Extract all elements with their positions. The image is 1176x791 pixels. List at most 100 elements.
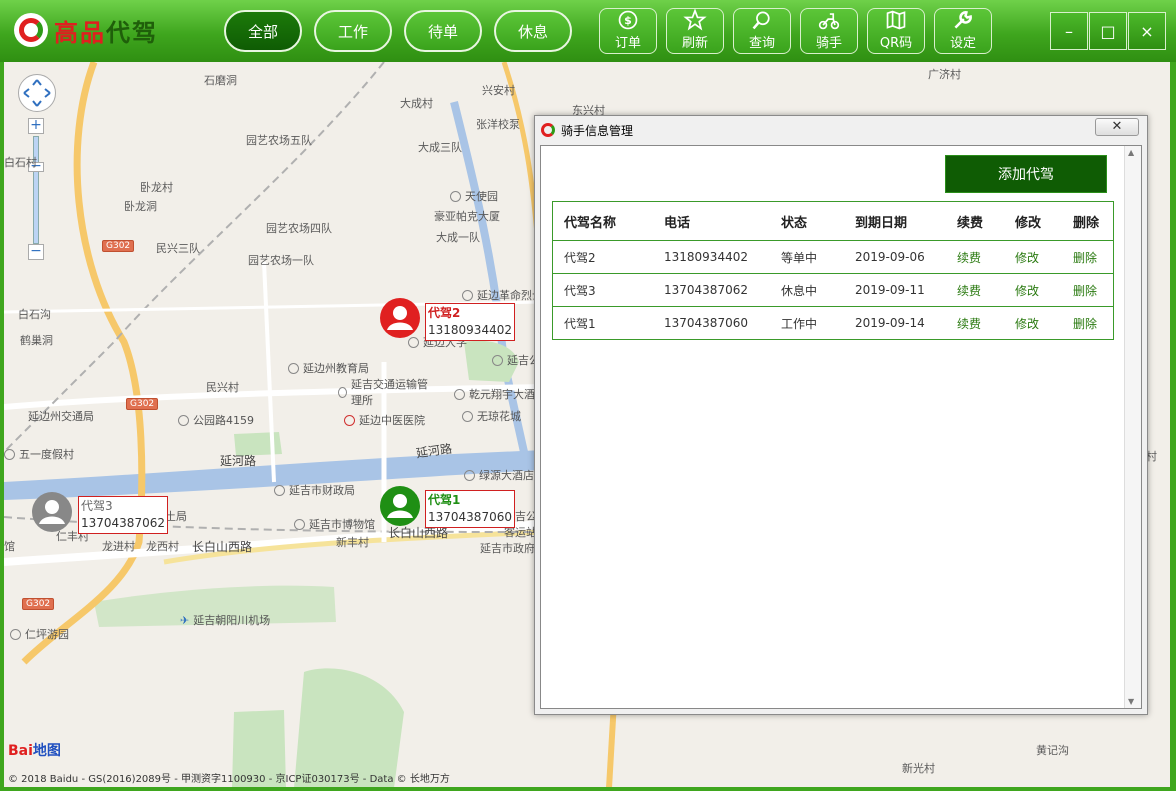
maximize-button[interactable]: □ (1089, 12, 1127, 50)
cell-name: 代驾1 (552, 306, 653, 340)
cell-expire: 2019-09-11 (844, 273, 946, 307)
delete-link[interactable]: 删除 (1062, 273, 1114, 307)
settings-button[interactable]: 设定 (934, 8, 992, 54)
scroll-up-icon[interactable]: ▲ (1128, 148, 1134, 157)
tab-all[interactable]: 全部 (224, 10, 302, 52)
minimize-button[interactable]: – (1050, 12, 1088, 50)
map-poi: 绿源大酒店 (464, 467, 534, 483)
qr-button[interactable]: QR码 (867, 8, 925, 54)
map-place: 大成一队 (436, 231, 480, 244)
refresh-button[interactable]: 刷新 (666, 8, 724, 54)
settings-label: 设定 (949, 36, 976, 51)
cell-name: 代驾2 (552, 240, 653, 274)
map-place: 园艺农场五队 (246, 134, 312, 147)
map-place: 广济村 (928, 68, 961, 81)
tab-working[interactable]: 工作 (314, 10, 392, 52)
table-row: 代驾2 13180934402 等单中 2019-09-06 续费 修改 删除 (552, 240, 1114, 274)
map-place: 黄记沟 (1036, 744, 1069, 757)
marker-name: 代驾3 (81, 499, 113, 513)
map-place: 石磨洞 (204, 74, 237, 87)
map-pan-control[interactable] (18, 74, 56, 112)
map-poi: 乾元翔宇大酒 (454, 386, 535, 402)
qr-label: QR码 (879, 36, 913, 51)
map-place: 延吉市政府 (480, 542, 535, 555)
map-place: 张洋校泵 (476, 118, 520, 131)
logo-sub-text: 代驾 (106, 18, 158, 47)
driver-avatar-icon (380, 486, 420, 526)
refresh-label: 刷新 (681, 36, 708, 51)
query-button[interactable]: 查询 (733, 8, 791, 54)
map-poi: 公园路4159 (178, 412, 254, 428)
marker-name: 代驾2 (428, 306, 461, 320)
cell-phone: 13704387060 (653, 306, 770, 340)
map-place: 民兴村 (206, 381, 239, 394)
cell-status: 工作中 (770, 306, 844, 340)
cell-phone: 13180934402 (653, 240, 770, 274)
edit-link[interactable]: 修改 (1004, 306, 1062, 340)
map-poi: 仁坪游园 (10, 626, 69, 642)
road-label: 长白山西路 (192, 540, 253, 554)
renew-link[interactable]: 续费 (946, 273, 1004, 307)
table-row: 代驾1 13704387060 工作中 2019-09-14 续费 修改 删除 (552, 306, 1114, 340)
search-icon (752, 11, 770, 30)
col-delete: 删除 (1062, 201, 1114, 241)
map-place: 白石村 (4, 156, 37, 169)
map-poi: 延边州交通局 (28, 410, 94, 423)
map-poi: 延吉市博物馆 (294, 516, 375, 532)
dialog-title: 骑手信息管理 (561, 123, 634, 138)
map-poi: 延吉市财政局 (274, 482, 355, 498)
map-place: 卧龙洞 (124, 200, 157, 213)
map-place: 园艺农场四队 (266, 222, 332, 235)
dialog-titlebar[interactable]: 骑手信息管理 (541, 120, 633, 140)
map-place: 卧龙村 (140, 181, 173, 194)
top-bar: 高品代驾 全部 工作 待单 休息 $ 订单 刷新 查询 骑手 QR码 设定 – … (0, 0, 1176, 63)
edit-link[interactable]: 修改 (1004, 273, 1062, 307)
zoom-out-button[interactable]: − (28, 244, 44, 260)
map-place: 大成村 (400, 97, 433, 110)
query-label: 查询 (748, 36, 775, 51)
close-window-button[interactable]: × (1128, 12, 1166, 50)
scooter-icon (818, 13, 840, 30)
wrench-icon (954, 11, 972, 29)
dialog-scrollbar[interactable]: ▲ ▼ (1124, 146, 1141, 708)
dialog-close-button[interactable]: ✕ (1095, 118, 1139, 136)
tab-waiting[interactable]: 待单 (404, 10, 482, 52)
marker-name: 代驾1 (428, 493, 461, 507)
col-expire: 到期日期 (844, 201, 946, 241)
app-logo: 高品代驾 (14, 12, 158, 48)
window-bottom-border (0, 787, 1176, 791)
map-zoom-control[interactable]: + − − (28, 118, 44, 262)
map-icon (886, 10, 906, 30)
zoom-in-button[interactable]: + (28, 118, 44, 134)
cell-phone: 13704387062 (653, 273, 770, 307)
map-place: 白石沟 (18, 308, 51, 321)
marker-phone: 13704387062 (81, 516, 165, 530)
map-place: 馆 (4, 540, 15, 553)
svg-text:$: $ (624, 14, 632, 27)
rider-button[interactable]: 骑手 (800, 8, 858, 54)
map-place: 新光村 (902, 762, 935, 775)
map-poi: 延吉公 (492, 352, 540, 368)
scroll-down-icon[interactable]: ▼ (1128, 697, 1134, 706)
map-place: 龙西村 (146, 540, 179, 553)
orders-button[interactable]: $ 订单 (599, 8, 657, 54)
map-poi: 延边州教育局 (288, 360, 369, 376)
highway-shield: G302 (22, 598, 55, 610)
map-place: 园艺农场一队 (248, 254, 314, 267)
col-name: 代驾名称 (552, 201, 653, 241)
table-header-row: 代驾名称 电话 状态 到期日期 续费 修改 删除 (552, 201, 1114, 241)
map-poi: 天使园 (450, 188, 498, 204)
renew-link[interactable]: 续费 (946, 306, 1004, 340)
logo-main-text: 高品 (54, 18, 106, 47)
cell-status: 休息中 (770, 273, 844, 307)
cell-expire: 2019-09-14 (844, 306, 946, 340)
tab-resting[interactable]: 休息 (494, 10, 572, 52)
delete-link[interactable]: 删除 (1062, 240, 1114, 274)
edit-link[interactable]: 修改 (1004, 240, 1062, 274)
delete-link[interactable]: 删除 (1062, 306, 1114, 340)
zoom-slider[interactable] (33, 136, 39, 244)
map-poi: 延吉交通运输管理所 (338, 376, 428, 408)
add-driver-button[interactable]: 添加代驾 (945, 155, 1107, 193)
renew-link[interactable]: 续费 (946, 240, 1004, 274)
map-poi: 无琼花城 (462, 408, 521, 424)
